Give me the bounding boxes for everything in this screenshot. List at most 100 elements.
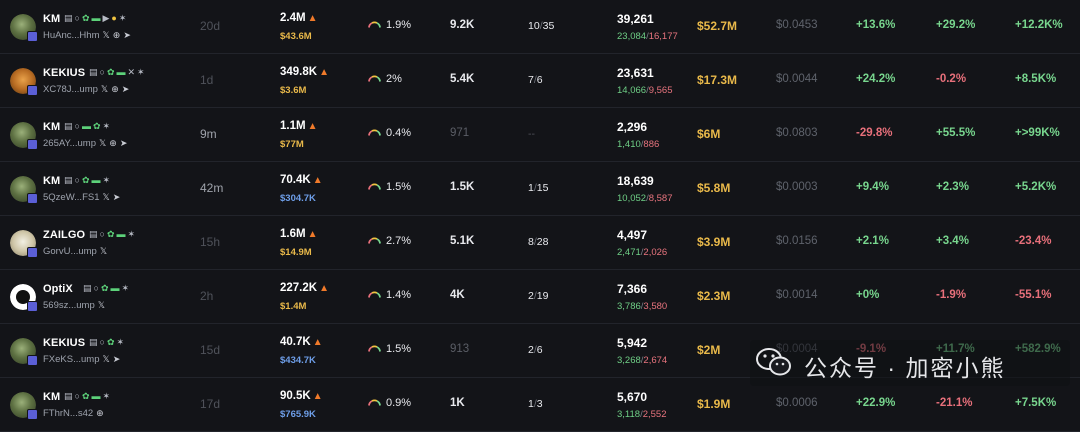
table-row[interactable]: KM ▤ ○ ✿ ▬ ▶ ● ✶ HuAnc...Hhm 𝕏 ⊕ ➤ 20d 2.4M ▲ $43.6M 1.9… <box>0 0 1080 54</box>
x-twitter-icon[interactable]: 𝕏 <box>103 192 110 202</box>
market-cap-value: 1.1M <box>280 120 306 132</box>
x-twitter-icon[interactable]: 𝕏 <box>100 246 107 256</box>
bug-icon: ✶ <box>127 229 136 239</box>
fire-icon: ▲ <box>319 283 329 294</box>
liquidity: $304.7K <box>280 193 316 204</box>
token-address[interactable]: FThrN...s42 ⊕ <box>43 408 104 419</box>
market-cap: 1.6M ▲ <box>280 228 317 240</box>
token-address[interactable]: FXeKS...ump 𝕏 ➤ <box>43 354 120 365</box>
x-twitter-icon[interactable]: 𝕏 <box>103 30 110 40</box>
transactions: 39,261 <box>617 12 654 26</box>
table-row[interactable]: KEKIUS ▤ ○ ✿ ▬ ✕ ✶ XC78J...ump 𝕏 ⊕ ➤ 1d 349.8K ▲ $3.6M… <box>0 54 1080 108</box>
bug-icon: ✶ <box>116 337 125 347</box>
leaf-icon: ✿ <box>81 175 90 185</box>
price: $0.0003 <box>776 181 818 193</box>
address-text[interactable]: 569sz...ump <box>43 300 95 311</box>
website-icon[interactable]: ⊕ <box>113 30 121 40</box>
token-flags: ▤ ○ ▬ ✿ ✶ <box>64 121 112 132</box>
price-change-1h: +>99K% <box>1015 127 1060 139</box>
megaphone-icon: ▶ <box>102 13 110 23</box>
pill-icon: ▬ <box>91 13 101 23</box>
buy-sell-count: 14,066/9,565 <box>617 85 672 96</box>
market-cap: 40.7K ▲ <box>280 336 323 348</box>
token-age: 15h <box>200 235 221 249</box>
website-icon[interactable]: ⊕ <box>96 408 104 418</box>
fire-icon: ▲ <box>307 13 318 24</box>
buys: 3,786 <box>617 301 641 312</box>
pill-icon: ▬ <box>116 229 126 239</box>
website-icon[interactable]: ⊕ <box>111 84 119 94</box>
token-name[interactable]: KEKIUS <box>43 67 85 79</box>
token-name[interactable]: OptiX <box>43 283 73 295</box>
holders-count: 5.1K <box>450 235 475 247</box>
address-text[interactable]: GorvU...ump <box>43 246 97 257</box>
transactions: 5,942 <box>617 336 648 350</box>
telegram-icon[interactable]: ➤ <box>122 84 130 94</box>
table-row[interactable]: KM ▤ ○ ✿ ▬ ✶ 5QzeW...FS1 𝕏 ➤ 42m 70.4K ▲ $304.7K 1.5%… <box>0 162 1080 216</box>
buys: 10,052 <box>617 193 647 204</box>
token-address[interactable]: GorvU...ump 𝕏 <box>43 246 107 257</box>
token-name[interactable]: KEKIUS <box>43 337 85 349</box>
token-address[interactable]: 569sz...ump 𝕏 <box>43 300 105 311</box>
table-row[interactable]: OptiX ▤ ○ ✿ ▬ ✶ 569sz...ump 𝕏 2h 227.2K ▲ $1.4M 1.4%… <box>0 270 1080 324</box>
price: $0.0453 <box>776 19 818 31</box>
leaf-icon: ✿ <box>81 391 90 401</box>
telegram-icon[interactable]: ➤ <box>120 138 128 148</box>
buys: 1,410 <box>617 139 641 150</box>
document-icon: ▤ <box>83 283 92 293</box>
price: $0.0006 <box>776 397 818 409</box>
document-icon: ▤ <box>89 337 98 347</box>
x-twitter-icon[interactable]: 𝕏 <box>101 84 108 94</box>
top10-percent: 0.4% <box>386 127 412 139</box>
token-address[interactable]: 5QzeW...FS1 𝕏 ➤ <box>43 192 120 203</box>
token-address[interactable]: XC78J...ump 𝕏 ⊕ ➤ <box>43 84 129 95</box>
price-change-5m: +2.3% <box>936 181 969 193</box>
token-name[interactable]: KM <box>43 121 60 133</box>
telegram-icon[interactable]: ➤ <box>113 354 121 364</box>
ratio-right: 3 <box>536 398 543 410</box>
chain-badge-icon <box>27 139 38 150</box>
buy-sell-count: 2,471/2,026 <box>617 247 667 258</box>
dev-ratio: 7/6 <box>528 74 543 86</box>
holders-count: 9.2K <box>450 19 475 31</box>
website-icon[interactable]: ⊕ <box>109 138 117 148</box>
volume: $6M <box>697 127 721 141</box>
x-twitter-icon[interactable]: 𝕏 <box>99 138 106 148</box>
table-row[interactable]: KM ▤ ○ ▬ ✿ ✶ 265AY...ump 𝕏 ⊕ ➤ 9m 1.1M ▲ $77M 0.4% 971-… <box>0 108 1080 162</box>
token-name[interactable]: KM <box>43 175 60 187</box>
ratio-right: 6 <box>536 74 543 86</box>
search-icon: ○ <box>99 67 105 77</box>
address-text[interactable]: HuAnc...Hhm <box>43 30 100 41</box>
buys: 2,471 <box>617 247 641 258</box>
pill-icon: ▬ <box>91 175 101 185</box>
token-flags: ▤ ○ ✿ ▬ ✕ ✶ <box>89 67 147 78</box>
fire-icon: ▲ <box>307 229 318 240</box>
chain-badge-icon <box>27 31 38 42</box>
buy-sell-count: 23,084/16,177 <box>617 31 678 42</box>
gauge-icon <box>368 399 381 406</box>
token-age: 2h <box>200 289 214 303</box>
price: $0.0044 <box>776 73 818 85</box>
token-name[interactable]: KM <box>43 13 60 25</box>
price: $0.0014 <box>776 289 818 301</box>
address-text[interactable]: XC78J...ump <box>43 84 98 95</box>
token-name[interactable]: KM <box>43 391 60 403</box>
x-twitter-icon[interactable]: 𝕏 <box>98 300 105 310</box>
table-row[interactable]: ZAILGO ▤ ○ ✿ ▬ ✶ GorvU...ump 𝕏 15h 1.6M ▲ $14.9M 2.7… <box>0 216 1080 270</box>
liquidity: $1.4M <box>280 301 307 312</box>
address-text[interactable]: 265AY...ump <box>43 138 96 149</box>
telegram-icon[interactable]: ➤ <box>113 192 121 202</box>
token-address[interactable]: HuAnc...Hhm 𝕏 ⊕ ➤ <box>43 30 131 41</box>
token-name[interactable]: ZAILGO <box>43 229 85 241</box>
telegram-icon[interactable]: ➤ <box>123 30 131 40</box>
address-text[interactable]: 5QzeW...FS1 <box>43 192 100 203</box>
x-twitter-icon[interactable]: 𝕏 <box>103 354 110 364</box>
document-icon: ▤ <box>89 229 98 239</box>
market-cap: 349.8K ▲ <box>280 66 329 78</box>
token-address[interactable]: 265AY...ump 𝕏 ⊕ ➤ <box>43 138 127 149</box>
chain-badge-icon <box>27 355 38 366</box>
token-flags: ▤ ○ ✿ ▬ ▶ ● ✶ <box>64 13 128 24</box>
table-row[interactable]: KM ▤ ○ ✿ ▬ ✶ FThrN...s42 ⊕ 17d 90.5K ▲ $765.9K 0.9% 1… <box>0 378 1080 432</box>
address-text[interactable]: FThrN...s42 <box>43 408 93 419</box>
address-text[interactable]: FXeKS...ump <box>43 354 100 365</box>
